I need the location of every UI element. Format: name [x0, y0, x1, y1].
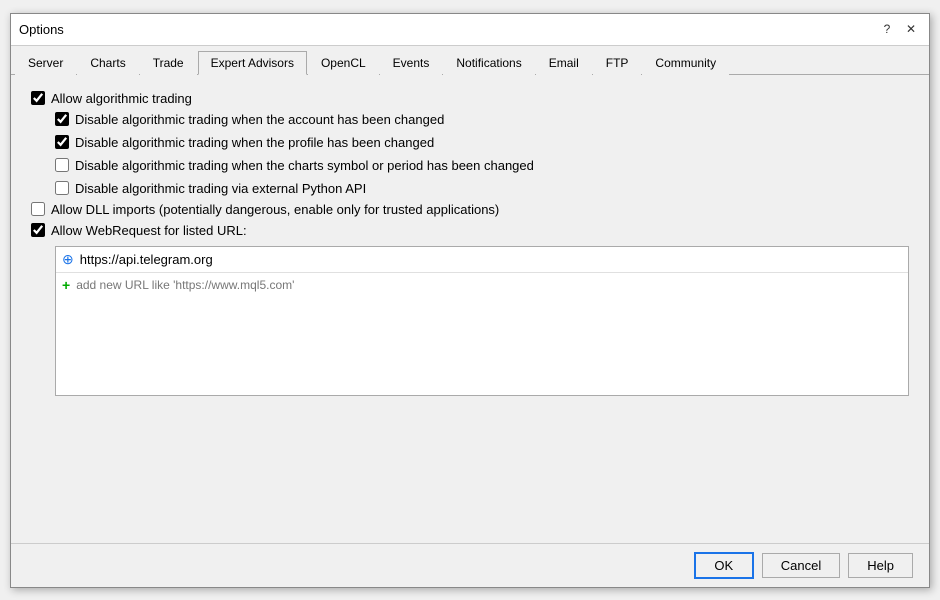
add-url-row[interactable]: + add new URL like 'https://www.mql5.com… [56, 273, 908, 297]
tab-charts[interactable]: Charts [77, 51, 138, 75]
options-window: Options ? ✕ Server Charts Trade Expert A… [10, 13, 930, 588]
allow-webrequest-checkbox[interactable] [31, 223, 45, 237]
allow-algo-row: Allow algorithmic trading [31, 91, 909, 106]
url-value: https://api.telegram.org [80, 252, 213, 267]
url-table: ⊕ https://api.telegram.org + add new URL… [55, 246, 909, 396]
disable-profile-row: Disable algorithmic trading when the pro… [55, 135, 909, 150]
disable-account-row: Disable algorithmic trading when the acc… [55, 112, 909, 127]
disable-account-checkbox[interactable] [55, 112, 69, 126]
disable-account-label[interactable]: Disable algorithmic trading when the acc… [75, 112, 444, 127]
tab-content: Allow algorithmic trading Disable algori… [11, 75, 929, 543]
globe-icon: ⊕ [62, 251, 74, 268]
allow-algo-checkbox[interactable] [31, 91, 45, 105]
allow-dll-label[interactable]: Allow DLL imports (potentially dangerous… [51, 202, 499, 217]
disable-python-row: Disable algorithmic trading via external… [55, 181, 909, 196]
title-bar-left: Options [19, 22, 64, 37]
title-bar: Options ? ✕ [11, 14, 929, 46]
cancel-button[interactable]: Cancel [762, 553, 840, 578]
allow-dll-row: Allow DLL imports (potentially dangerous… [31, 202, 909, 217]
disable-profile-label[interactable]: Disable algorithmic trading when the pro… [75, 135, 434, 150]
window-title: Options [19, 22, 64, 37]
disable-python-checkbox[interactable] [55, 181, 69, 195]
disable-chart-checkbox[interactable] [55, 158, 69, 172]
disable-python-label[interactable]: Disable algorithmic trading via external… [75, 181, 366, 196]
close-button[interactable]: ✕ [901, 19, 921, 39]
allow-algo-label[interactable]: Allow algorithmic trading [51, 91, 192, 106]
allow-webrequest-row: Allow WebRequest for listed URL: [31, 223, 909, 238]
tab-events[interactable]: Events [380, 51, 443, 75]
tab-expert-advisors[interactable]: Expert Advisors [198, 51, 307, 75]
tab-email[interactable]: Email [536, 51, 592, 75]
disable-profile-checkbox[interactable] [55, 135, 69, 149]
ok-button[interactable]: OK [694, 552, 754, 579]
tab-notifications[interactable]: Notifications [443, 51, 534, 75]
add-url-hint: add new URL like 'https://www.mql5.com' [76, 278, 294, 292]
tab-trade[interactable]: Trade [140, 51, 197, 75]
help-button[interactable]: ? [877, 19, 897, 39]
disable-chart-row: Disable algorithmic trading when the cha… [55, 158, 909, 173]
footer: OK Cancel Help [11, 543, 929, 587]
title-bar-buttons: ? ✕ [877, 19, 921, 39]
disable-chart-label[interactable]: Disable algorithmic trading when the cha… [75, 158, 534, 173]
url-entry-row[interactable]: ⊕ https://api.telegram.org [56, 247, 908, 273]
tabs-bar: Server Charts Trade Expert Advisors Open… [11, 46, 929, 75]
tab-ftp[interactable]: FTP [593, 51, 642, 75]
tab-community[interactable]: Community [642, 51, 729, 75]
add-url-icon: + [62, 277, 70, 293]
tab-server[interactable]: Server [15, 51, 76, 75]
allow-dll-checkbox[interactable] [31, 202, 45, 216]
help-footer-button[interactable]: Help [848, 553, 913, 578]
allow-webrequest-label[interactable]: Allow WebRequest for listed URL: [51, 223, 247, 238]
tab-opencl[interactable]: OpenCL [308, 51, 379, 75]
